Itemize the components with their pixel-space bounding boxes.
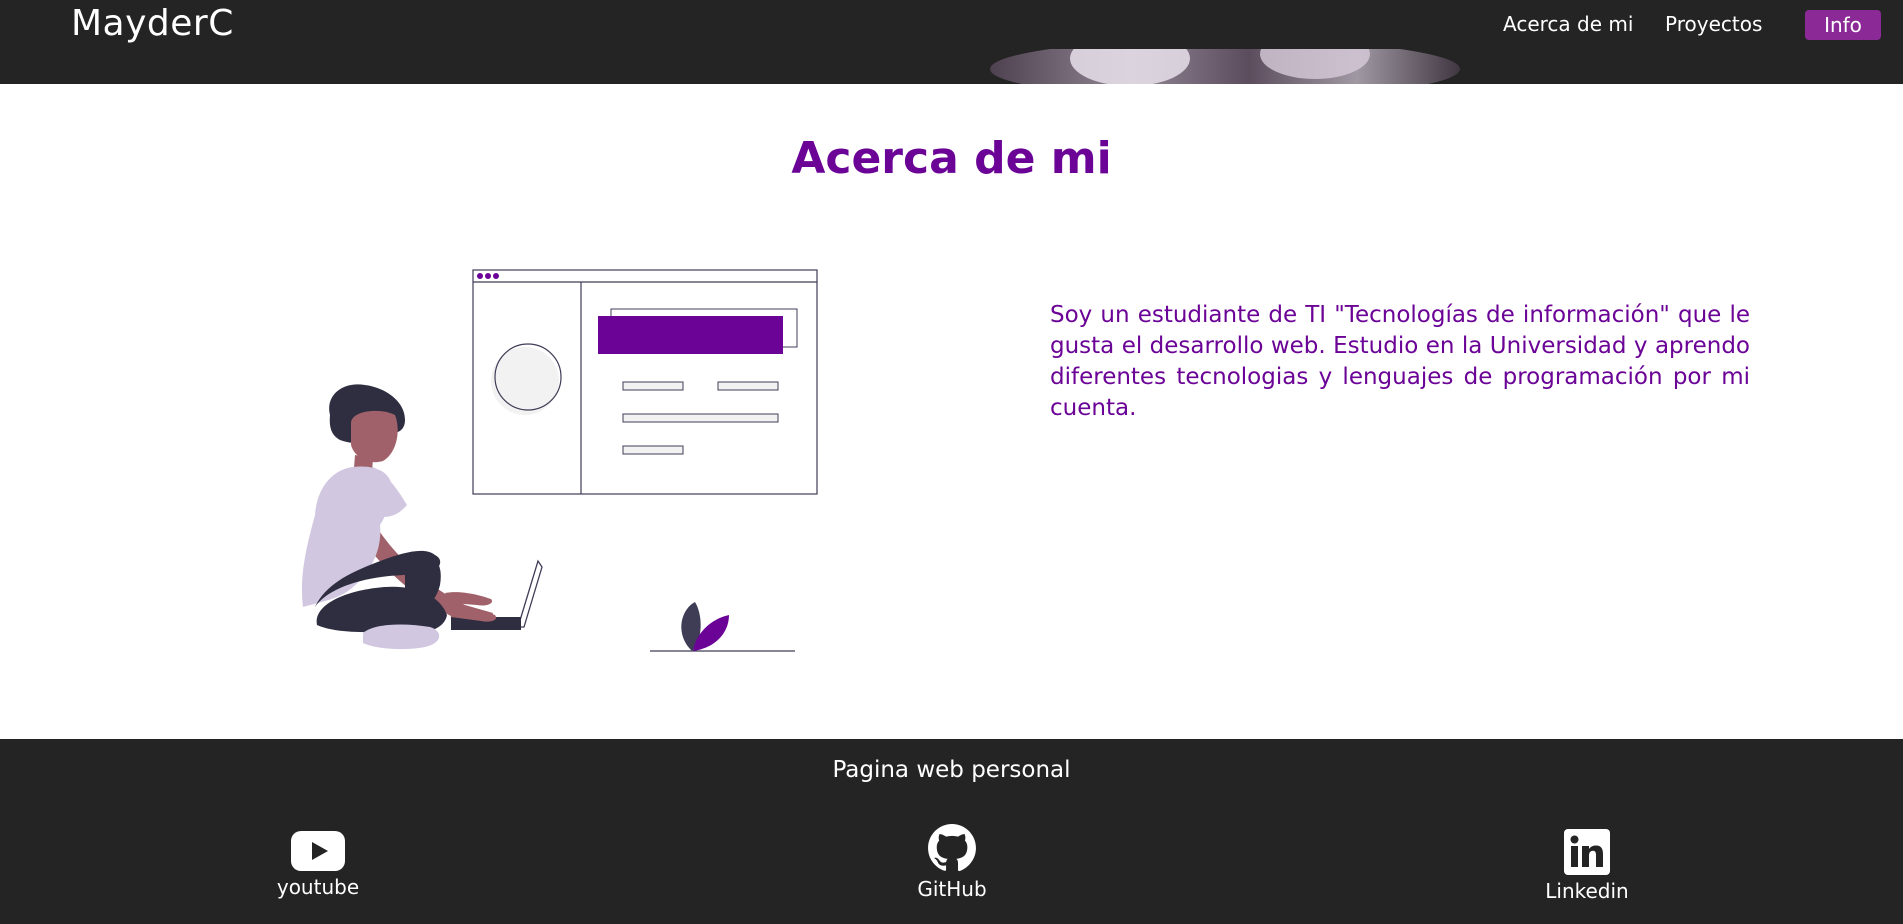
social-label-github: GitHub (917, 877, 987, 901)
nav-link-proyectos[interactable]: Proyectos (1665, 12, 1762, 36)
github-icon (928, 824, 976, 872)
person-laptop-illustration (301, 269, 818, 652)
brand-logo[interactable]: MayderC (71, 3, 234, 44)
about-illustration (255, 255, 855, 670)
linkedin-icon (1564, 829, 1610, 875)
navbar: MayderC Acerca de mi Proyectos Info (0, 0, 1903, 84)
social-link-linkedin[interactable]: Linkedin (1507, 829, 1667, 903)
footer-title: Pagina web personal (832, 757, 1071, 783)
page-title: Acerca de mi (791, 133, 1112, 184)
footer: Pagina web personal youtube GitHub Linke… (0, 739, 1903, 924)
nav-link-acerca[interactable]: Acerca de mi (1503, 12, 1633, 36)
hero-image-strip (990, 49, 1460, 84)
social-label-youtube: youtube (276, 875, 360, 899)
social-link-youtube[interactable]: youtube (238, 831, 398, 899)
nav-info-button[interactable]: Info (1805, 10, 1881, 40)
youtube-icon (291, 831, 345, 871)
social-label-linkedin: Linkedin (1545, 879, 1629, 903)
about-description: Soy un estudiante de TI "Tecnologías de … (1050, 302, 1750, 421)
social-link-github[interactable]: GitHub (872, 823, 1032, 901)
